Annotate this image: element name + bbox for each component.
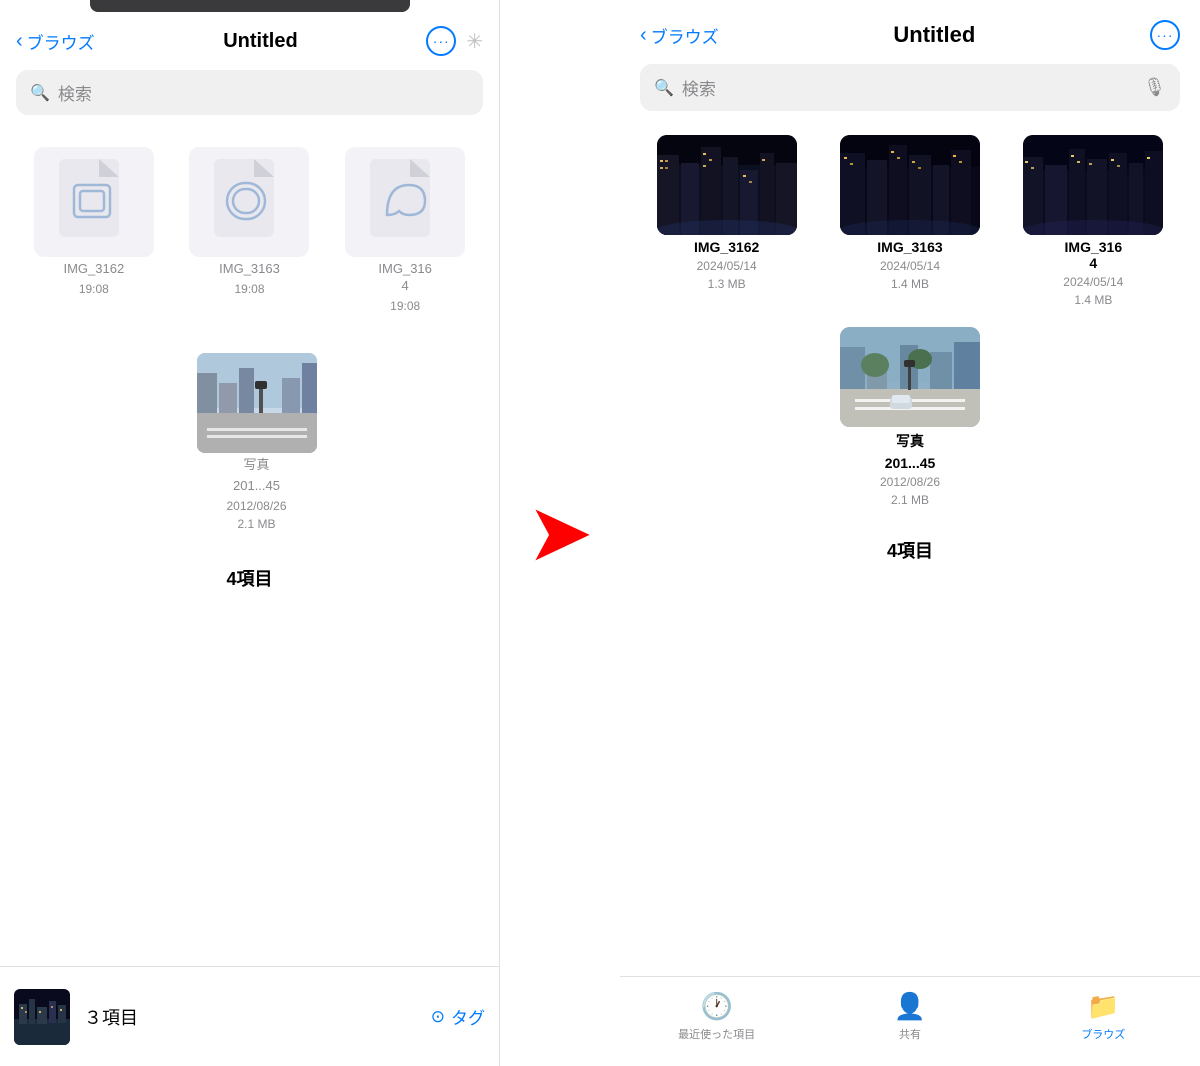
left-item-count: 4項目 xyxy=(0,541,499,601)
left-nav-actions: ··· ✳ xyxy=(426,26,483,56)
left-file-icon-2 xyxy=(189,147,309,257)
right-file-name-2: IMG_3163 xyxy=(877,239,942,255)
right-bottom-photo-section: 写真 201...45 2012/08/26 2.1 MB xyxy=(620,317,1200,517)
right-panel: ‹ ブラウズ Untitled ··· 🔍 検索 🎙 xyxy=(620,0,1200,1066)
right-file-date-2: 2024/05/14 xyxy=(880,259,940,273)
right-file-name-1: IMG_3162 xyxy=(694,239,759,255)
left-file-name-1: IMG_3162 xyxy=(63,261,124,278)
right-street-size: 2.1 MB xyxy=(891,493,929,507)
right-night-photo-1 xyxy=(657,135,797,235)
browse-icon: 📁 xyxy=(1087,991,1119,1022)
left-file-item-2[interactable]: IMG_3163 19:08 xyxy=(172,137,328,323)
right-search-icon: 🔍 xyxy=(654,78,674,98)
right-file-date-3: 2024/05/14 xyxy=(1063,275,1123,289)
top-bar-decoration xyxy=(90,0,410,12)
microphone-icon[interactable]: 🎙 xyxy=(1143,77,1166,98)
right-file-name-3: IMG_3164 xyxy=(1065,239,1123,271)
left-nav-bar: ‹ ブラウズ Untitled ··· ✳ xyxy=(0,12,499,64)
right-item-count: 4項目 xyxy=(620,517,1200,573)
right-night-photo-3 xyxy=(1023,135,1163,235)
right-tab-bar: 🕐 最近使った項目 👤 共有 📁 ブラウズ xyxy=(620,976,1200,1066)
left-search-bar[interactable]: 🔍 検索 xyxy=(16,70,483,115)
right-file-size-3: 1.4 MB xyxy=(1074,293,1112,307)
left-file-name-3: IMG_3164 xyxy=(378,261,431,295)
right-back-label: ブラウズ xyxy=(651,23,719,48)
tag-label: タグ xyxy=(451,1004,485,1029)
left-search-icon: 🔍 xyxy=(30,83,50,103)
right-file-size-1: 1.3 MB xyxy=(708,277,746,291)
left-bottom-bar: ３項目 ⊙ タグ xyxy=(0,966,499,1066)
right-street-photo xyxy=(840,327,980,427)
left-photo-name2: 201...45 xyxy=(233,478,280,495)
arrow-container: ➤ xyxy=(500,0,620,1066)
right-back-button[interactable]: ‹ ブラウズ xyxy=(640,23,719,48)
right-file-item-3[interactable]: IMG_3164 2024/05/14 1.4 MB xyxy=(1007,135,1180,307)
right-night-photo-2 xyxy=(840,135,980,235)
right-street-name2: 201...45 xyxy=(885,455,936,471)
right-street-date: 2012/08/26 xyxy=(880,475,940,489)
tab-recent-label: 最近使った項目 xyxy=(678,1026,755,1042)
right-street-name: 写真 xyxy=(896,431,924,451)
left-file-icon-1 xyxy=(34,147,154,257)
left-photo-size: 2.1 MB xyxy=(237,517,275,531)
left-photo-date: 2012/08/26 xyxy=(226,499,286,513)
left-search-placeholder: 検索 xyxy=(58,80,92,105)
tab-browse[interactable]: 📁 ブラウズ xyxy=(1007,991,1200,1042)
right-file-item-1[interactable]: IMG_3162 2024/05/14 1.3 MB xyxy=(640,135,813,307)
left-bottom-count: ３項目 xyxy=(84,1004,138,1030)
tab-browse-label: ブラウズ xyxy=(1081,1026,1125,1042)
tab-shared-label: 共有 xyxy=(899,1026,921,1042)
left-back-button[interactable]: ‹ ブラウズ xyxy=(16,29,95,54)
left-files-grid: IMG_3162 19:08 IMG_3163 19:08 xyxy=(0,127,499,333)
left-photo-thumb xyxy=(197,353,317,453)
left-file-item-1[interactable]: IMG_3162 19:08 xyxy=(16,137,172,323)
left-photo-name: 写真 xyxy=(243,457,269,474)
left-panel: ‹ ブラウズ Untitled ··· ✳ 🔍 検索 IMG_316 xyxy=(0,0,500,1066)
right-arrow-icon: ➤ xyxy=(526,493,593,573)
right-back-chevron-icon: ‹ xyxy=(640,25,647,45)
left-title: Untitled xyxy=(103,30,419,53)
shared-icon: 👤 xyxy=(894,991,926,1022)
tab-shared[interactable]: 👤 共有 xyxy=(813,991,1006,1042)
left-file-time-2: 19:08 xyxy=(234,282,264,296)
right-files-grid: IMG_3162 2024/05/14 1.3 MB xyxy=(620,125,1200,317)
right-street-item[interactable]: 写真 201...45 2012/08/26 2.1 MB xyxy=(640,327,1180,507)
left-bottom-thumb xyxy=(14,989,70,1045)
right-title: Untitled xyxy=(727,22,1142,48)
left-back-label: ブラウズ xyxy=(27,29,95,54)
right-file-size-2: 1.4 MB xyxy=(891,277,929,291)
right-file-item-2[interactable]: IMG_3163 2024/05/14 1.4 MB xyxy=(823,135,996,307)
left-back-chevron-icon: ‹ xyxy=(16,31,23,51)
spinner-icon: ✳ xyxy=(466,29,483,54)
left-tag-button[interactable]: ⊙ タグ xyxy=(431,1004,485,1029)
right-nav-bar: ‹ ブラウズ Untitled ··· xyxy=(620,0,1200,58)
clock-icon: 🕐 xyxy=(700,991,732,1022)
right-file-date-1: 2024/05/14 xyxy=(697,259,757,273)
right-search-bar[interactable]: 🔍 検索 🎙 xyxy=(640,64,1180,111)
left-photo-item[interactable]: 写真 201...45 2012/08/26 2.1 MB xyxy=(30,343,483,541)
tab-recent[interactable]: 🕐 最近使った項目 xyxy=(620,991,813,1042)
left-more-button[interactable]: ··· xyxy=(426,26,456,56)
left-file-time-3: 19:08 xyxy=(390,299,420,313)
tag-circle-icon: ⊙ xyxy=(431,1007,445,1027)
left-file-item-3[interactable]: IMG_3164 19:08 xyxy=(327,137,483,323)
left-file-icon-3 xyxy=(345,147,465,257)
left-file-name-2: IMG_3163 xyxy=(219,261,280,278)
right-search-placeholder: 検索 xyxy=(682,75,716,100)
left-file-time-1: 19:08 xyxy=(79,282,109,296)
right-more-button[interactable]: ··· xyxy=(1150,20,1180,50)
